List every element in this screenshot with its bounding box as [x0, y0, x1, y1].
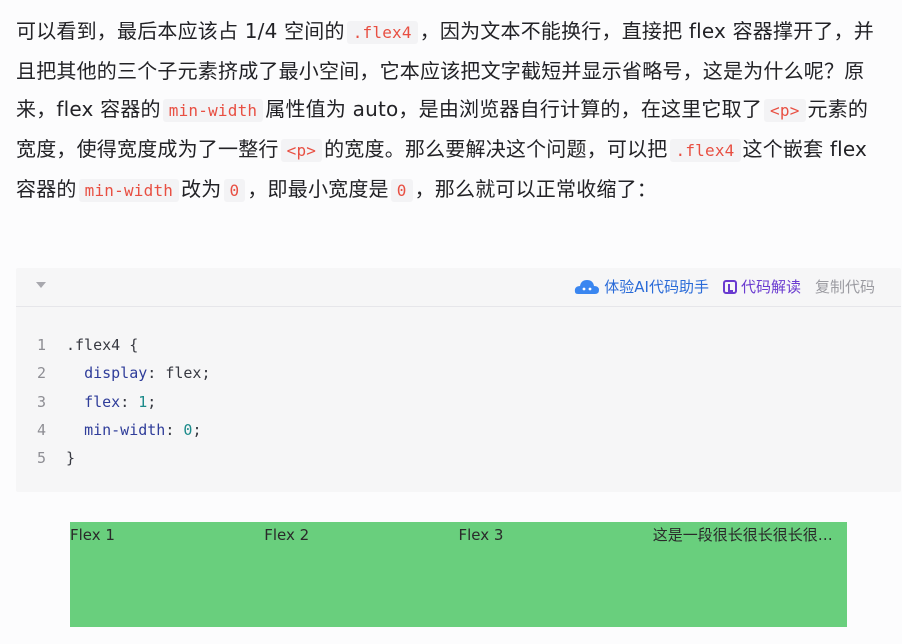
code-explain-button[interactable]: 代码解读 — [722, 276, 801, 298]
copy-code-label: 复制代码 — [814, 278, 875, 296]
code-closing-brace: } — [66, 449, 76, 468]
code-value: 0 — [183, 420, 193, 439]
paragraph-text: 属性值为 auto，是由浏览器自行计算的，在这里它取了 — [265, 97, 763, 121]
code-line: 3 flex: 1; — [16, 388, 901, 416]
copy-code-button[interactable]: 复制代码 — [815, 276, 875, 298]
code-property: display — [84, 364, 148, 383]
inline-code: .flex4 — [669, 139, 741, 162]
ai-assistant-label: 体验AI代码助手 — [604, 278, 709, 296]
code-line: 1 .flex4 { — [16, 331, 901, 359]
code-explain-label: 代码解读 — [740, 278, 801, 296]
line-number: 1 — [37, 336, 47, 354]
ai-assistant-button[interactable]: 体验AI代码助手 — [574, 276, 709, 298]
flex-item: Flex 2 — [264, 522, 458, 627]
paragraph-text: ，即最小宽度是 — [247, 177, 389, 201]
code-line: 4 min-width: 0; — [16, 416, 901, 444]
line-number: 5 — [37, 449, 47, 468]
code-property: min-width — [84, 420, 166, 439]
inline-code: 0 — [223, 179, 246, 202]
inline-code: .flex4 — [346, 21, 418, 44]
code-value: flex — [165, 364, 202, 383]
cloud-ai-icon — [575, 280, 600, 294]
code-value: 1 — [138, 392, 148, 411]
inline-code: <p> — [764, 99, 806, 122]
code-selector: .flex4 { — [66, 336, 139, 354]
code-actions: 体验AI代码助手 代码解读 复制代码 — [574, 276, 875, 298]
code-lines: 1 .flex4 { 2 display: flex; 3 flex: 1; 4… — [16, 331, 901, 472]
flex-demo-container: Flex 1 Flex 2 Flex 3 这是一段很长很长很长很长很长很长很长很… — [70, 522, 847, 627]
line-number: 2 — [37, 364, 47, 383]
code-line: 5 } — [16, 444, 901, 472]
paragraph-text: ，那么就可以正常收缩了： — [414, 177, 658, 201]
code-toolbar: 体验AI代码助手 代码解读 复制代码 — [16, 268, 901, 307]
paragraph-text: 改为 — [181, 177, 222, 201]
inline-code: min-width — [78, 179, 180, 202]
flex-item-text: Flex 2 — [264, 526, 310, 544]
chevron-down-icon[interactable] — [36, 282, 46, 288]
code-block: 体验AI代码助手 代码解读 复制代码 1 .flex4 { 2 display:… — [16, 268, 901, 492]
line-number: 4 — [37, 420, 47, 439]
flex-item-long: 这是一段很长很长很长很长很长很长很长很长很长很长很长很长很长很长很长很长很长很长… — [653, 522, 847, 627]
flex-item: Flex 1 — [70, 522, 264, 627]
flex-item-text: Flex 3 — [458, 526, 504, 544]
code-explain-icon — [722, 280, 737, 294]
flex-item-text: Flex 1 — [70, 526, 115, 544]
code-line: 2 display: flex; — [16, 359, 901, 387]
code-property: flex — [84, 392, 121, 411]
inline-code: min-width — [162, 99, 264, 122]
article-paragraph: 可以看到，最后本应该占 1/4 空间的 .flex4 ，因为文本不能换行，直接把 f… — [16, 12, 888, 210]
paragraph-text: 的宽度。那么要解决这个问题，可以把 — [324, 137, 668, 161]
inline-code: <p> — [280, 139, 323, 162]
line-number: 3 — [37, 392, 47, 411]
flex-item-text: 这是一段很长很长很长很长很长很长很长很长很长很长很长很长很长很长很长很长很长很长… — [652, 526, 847, 544]
flex-item: Flex 3 — [459, 522, 653, 627]
paragraph-text: 可以看到，最后本应该占 1/4 空间的 — [16, 19, 345, 43]
inline-code: 0 — [390, 179, 413, 202]
